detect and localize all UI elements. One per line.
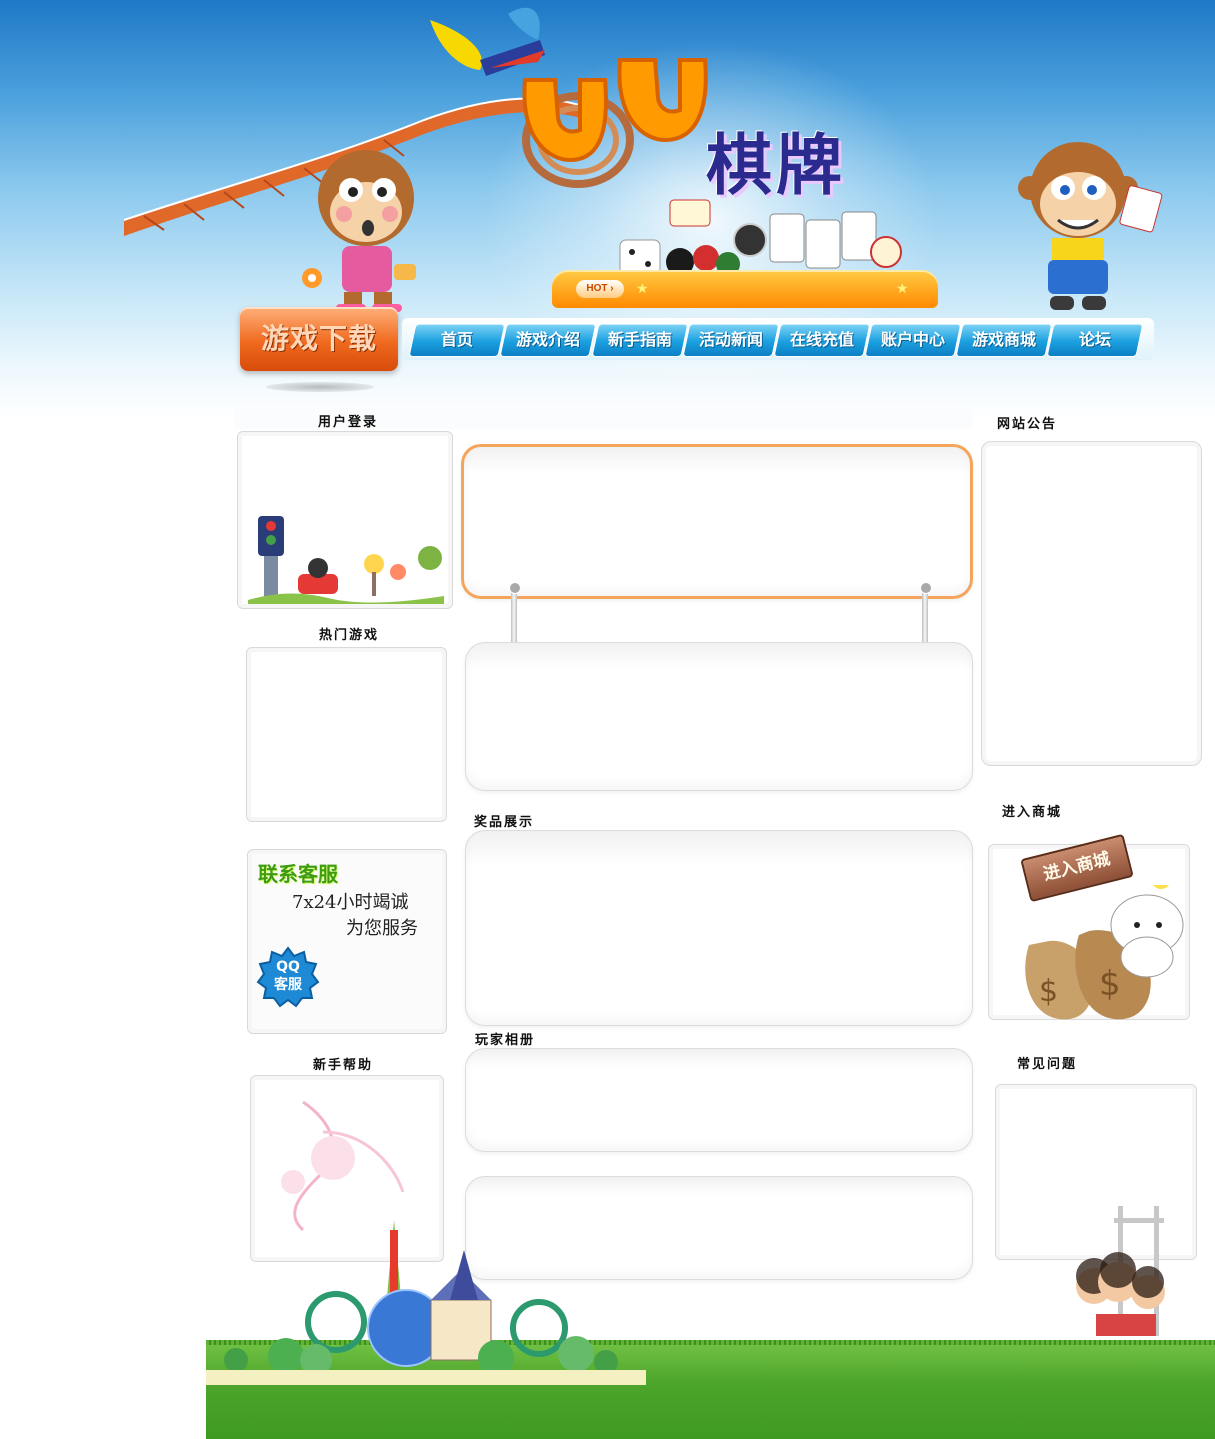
qq-service-label[interactable]: QQ 客服 xyxy=(256,958,320,994)
rod-cap xyxy=(509,582,521,594)
nav-item-beginner-guide[interactable]: 新手指南 xyxy=(591,323,689,357)
notice-title: 网站公告 xyxy=(997,417,1058,432)
news-panel xyxy=(465,642,973,791)
download-button-shadow xyxy=(266,382,374,392)
customer-service-banner[interactable]: 联系客服 7x24小时竭诚 为您服务 QQ 客服 xyxy=(247,849,447,1034)
help-title: 新手帮助 xyxy=(313,1058,374,1073)
nav-label: 游戏商城 xyxy=(971,330,1036,349)
star-icon: ★ xyxy=(636,281,649,297)
toy-town-illustration xyxy=(248,516,444,604)
money-bags-cat-illustration: $ $ xyxy=(1025,885,1184,1020)
nav-item-news[interactable]: 活动新闻 xyxy=(682,323,780,357)
hot-games-title: 热门游戏 xyxy=(319,628,380,643)
faq-title: 常见问题 xyxy=(1017,1057,1078,1072)
game-download-button[interactable]: 游戏下载 xyxy=(240,307,398,371)
login-box xyxy=(237,431,453,609)
nav-label: 账户中心 xyxy=(880,330,945,349)
nav-label: 首页 xyxy=(440,330,473,349)
cartoon-family-illustration xyxy=(1076,1206,1165,1336)
nav-item-shop[interactable]: 游戏商城 xyxy=(955,323,1053,357)
nav-label: 活动新闻 xyxy=(698,330,763,349)
amusement-park-illustration xyxy=(206,1220,646,1385)
star-icon: ★ xyxy=(896,281,909,297)
nav-item-home[interactable]: 首页 xyxy=(408,323,506,357)
girl-monkey-mascot xyxy=(302,150,416,312)
qq-service-text: 客服 xyxy=(274,977,302,993)
customer-service-title: 联系客服 xyxy=(258,862,338,886)
prizes-title: 奖品展示 xyxy=(474,815,535,830)
customer-service-line2: 为您服务 xyxy=(346,918,418,939)
main-nav: 首页 游戏介绍 新手指南 活动新闻 在线充值 账户中心 游戏商城 论坛 xyxy=(402,318,1154,360)
nav-item-game-intro[interactable]: 游戏介绍 xyxy=(499,323,597,357)
notice-box xyxy=(981,441,1202,766)
boy-monkey-mascot xyxy=(1018,142,1163,310)
hot-badge[interactable]: HOT › xyxy=(576,280,624,298)
album-panel xyxy=(465,1048,973,1152)
nav-label: 游戏介绍 xyxy=(515,330,580,349)
hot-games-box xyxy=(246,647,447,822)
svg-text:$: $ xyxy=(1039,974,1058,1009)
album-title: 玩家相册 xyxy=(475,1033,536,1048)
nav-label: 新手指南 xyxy=(607,330,672,349)
login-title: 用户登录 xyxy=(318,415,379,430)
shop-title: 进入商城 xyxy=(1002,805,1063,820)
prizes-panel xyxy=(465,830,973,1026)
rod-cap xyxy=(920,582,932,594)
nav-item-forum[interactable]: 论坛 xyxy=(1046,323,1144,357)
hot-games-bar: HOT › ★ ★ xyxy=(552,270,938,308)
customer-service-line1: 7x24小时竭诚 xyxy=(292,892,409,913)
svg-text:$: $ xyxy=(1099,964,1121,1004)
nav-label: 在线充值 xyxy=(789,330,854,349)
nav-item-recharge[interactable]: 在线充值 xyxy=(773,323,871,357)
nav-item-account[interactable]: 账户中心 xyxy=(864,323,962,357)
nav-label: 论坛 xyxy=(1078,330,1111,349)
featured-panel xyxy=(461,444,973,599)
qq-label: QQ xyxy=(276,959,300,975)
